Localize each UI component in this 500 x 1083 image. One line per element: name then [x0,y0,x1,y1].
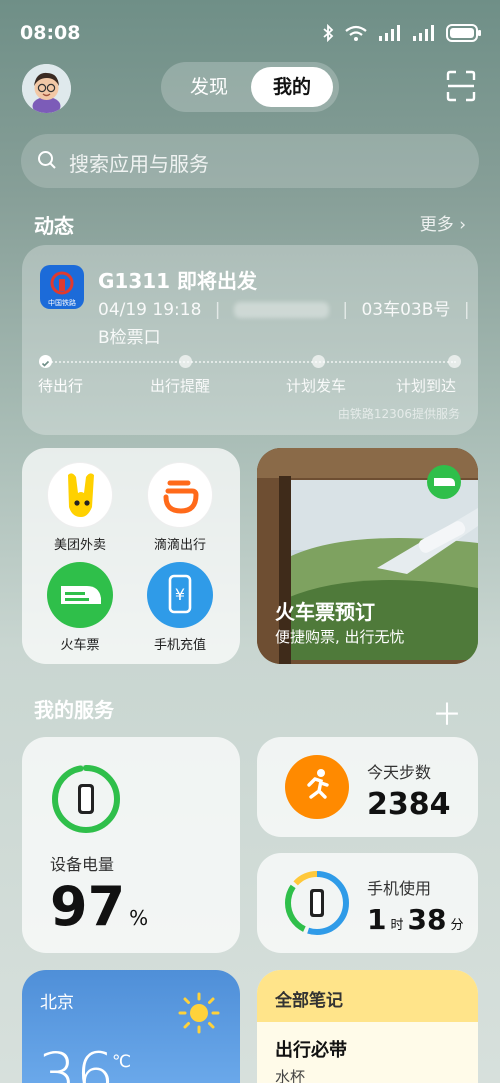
promo-subtitle: 便捷购票, 出行无忧 [275,628,405,646]
more-link[interactable]: 更多 › [420,210,466,235]
separator: | [463,300,470,320]
weather-temp: 36 [38,1040,115,1083]
app-didi[interactable]: 滴滴出行 [130,462,230,553]
scan-icon[interactable] [446,70,476,102]
running-icon [285,755,349,819]
services-title: 我的服务 [34,698,114,722]
signal-icon [379,25,400,41]
chevron-right-icon: › [459,215,466,235]
app-grid-card: 美团外卖 滴滴出行 火车票 ¥ 手机充值 [22,448,240,664]
battery-number: 97 [50,875,126,938]
china-railway-logo-icon: 中国铁路 [40,265,84,309]
battery-card[interactable]: 设备电量 97% [22,737,240,953]
battery-ring [52,765,120,833]
trip-card[interactable]: 中国铁路 G1311 即将出发 04/19 19:18 | | 03车03B号 … [22,245,478,435]
stage-label: 出行提醒 [150,377,211,395]
trip-datetime: 04/19 19:18 [98,300,202,320]
notes-title: 全部笔记 [275,991,343,1011]
trip-provider: 由铁路12306提供服务 [337,407,460,421]
app-meituan[interactable]: 美团外卖 [30,462,130,553]
app-label: 滴滴出行 [153,538,206,553]
stage-dot-check-icon [39,355,52,368]
usage-ring-icon [285,871,349,935]
sun-icon [178,992,220,1034]
usage-value: 1 时 38 分 [367,903,467,936]
stage-dot [448,355,461,368]
search-icon [38,151,56,169]
stage-label: 待出行 [38,377,84,395]
search-bar[interactable]: 搜索应用与服务 [21,134,479,188]
promo-title: 火车票预订 [275,600,375,624]
trip-train: G1311 即将出发 [98,269,258,293]
app-recharge[interactable]: ¥ 手机充值 [130,562,230,653]
trip-info: 04/19 19:18 | | 03车03B号 | [98,295,478,320]
stage-label: 计划到达 [396,377,457,395]
status-time: 08:08 [20,22,81,44]
status-icons [322,24,482,42]
app-label: 手机充值 [153,638,206,653]
weather-unit: ℃ [112,1052,132,1072]
search-placeholder: 搜索应用与服务 [69,152,209,176]
steps-value: 2384 [367,787,451,822]
tab-mine[interactable]: 我的 [251,67,333,107]
usage-minutes-unit: 分 [450,918,464,933]
trip-seat: 03车03B号 [361,300,451,320]
app-label: 美团外卖 [53,538,106,553]
activity-title: 动态 [34,214,74,238]
separator: | [214,300,221,320]
train-icon [47,562,113,628]
avatar-icon [22,64,71,113]
tab-switcher: 发现 我的 [161,62,339,112]
usage-hours: 1 [367,903,387,936]
battery-unit: % [129,906,149,930]
separator: | [342,300,349,320]
battery-label: 设备电量 [50,855,115,874]
notes-card[interactable]: 全部笔记 出行必带 水杯 [257,970,478,1083]
signal-icon-2 [413,25,434,41]
usage-label: 手机使用 [367,879,432,898]
weather-card[interactable]: 北京 36 ℃ [22,970,240,1083]
note-title: 出行必带 [275,1040,347,1061]
rail-logo-text: 中国铁路 [48,298,76,307]
more-label: 更多 [419,215,454,235]
trip-gate: B检票口 [98,328,161,348]
blurred-station [233,302,329,318]
usage-hours-unit: 时 [390,918,404,933]
steps-label: 今天步数 [367,763,432,782]
avatar[interactable] [22,64,71,113]
add-service-icon[interactable]: ＋ [432,690,462,734]
svg-text:¥: ¥ [175,585,185,604]
weather-city: 北京 [40,993,74,1013]
note-subtitle: 水杯 [275,1068,306,1083]
stage-dot [179,355,192,368]
trip-progress-line [44,361,456,363]
stage-dot [312,355,325,368]
tab-discover[interactable]: 发现 [169,67,249,107]
app-train[interactable]: 火车票 [30,562,130,653]
wifi-icon [345,25,367,41]
usage-minutes: 38 [407,903,447,936]
bluetooth-icon [323,24,334,42]
steps-card[interactable]: 今天步数 2384 [257,737,478,837]
didi-icon [147,462,213,528]
meituan-icon [47,462,113,528]
recharge-icon: ¥ [147,562,213,628]
battery-status-icon [446,24,481,42]
battery-value: 97% [50,875,148,938]
train-ticket-promo[interactable]: 火车票预订 便捷购票, 出行无忧 [257,448,478,664]
screen-time-card[interactable]: 手机使用 1 时 38 分 [257,853,478,953]
stage-label: 计划发车 [286,377,347,395]
app-label: 火车票 [60,638,100,653]
status-bar: 08:08 [0,0,500,70]
